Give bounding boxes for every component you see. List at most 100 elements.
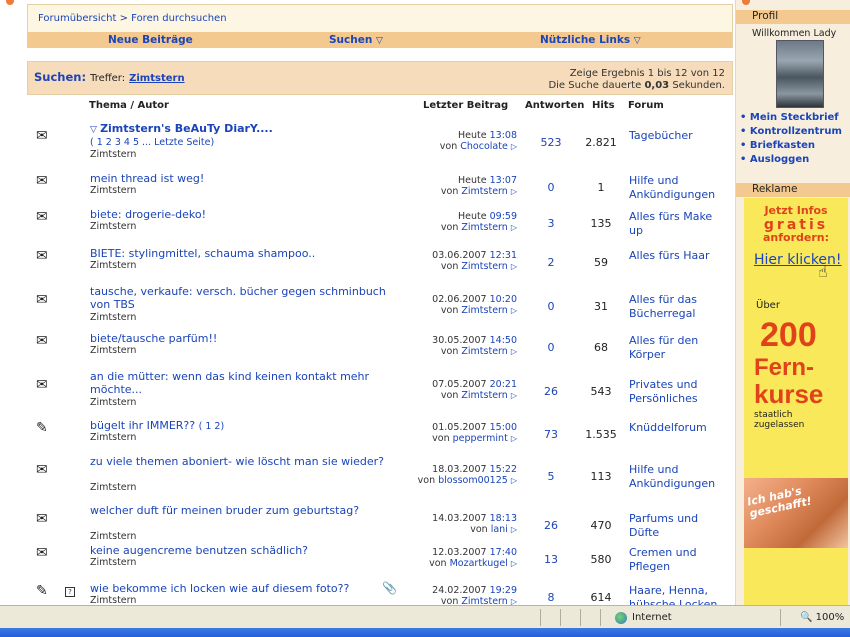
forum-link[interactable]: Hilfe und Ankündigungen <box>629 174 729 201</box>
ad-accredited: staatlich zugelassen <box>754 410 804 430</box>
arrow-right-icon[interactable]: ▷ <box>511 559 517 568</box>
last-post-user-link[interactable]: Mozartkugel <box>450 558 508 569</box>
last-post-user-link[interactable]: blossom00125 <box>438 475 508 486</box>
col-answers[interactable]: Antworten <box>525 100 584 111</box>
last-post-user-link[interactable]: Zimtstern <box>461 390 507 401</box>
forum-link[interactable]: Cremen und Pflegen <box>629 546 729 573</box>
answers-count[interactable]: 73 <box>527 428 575 441</box>
topic-link[interactable]: mein thread ist weg! <box>90 172 390 185</box>
forum-link[interactable]: Haare, Henna, hübsche Locken <box>629 584 729 605</box>
answers-count[interactable]: 0 <box>527 341 575 354</box>
sidebar-link-steckbrief[interactable]: • Mein Steckbrief <box>740 112 839 123</box>
forum-link[interactable]: Alles für das Bücherregal <box>629 293 729 320</box>
breadcrumb-current[interactable]: Foren durchsuchen <box>131 13 226 24</box>
forum-link[interactable]: Privates und Persönliches <box>629 378 729 405</box>
answers-count[interactable]: 0 <box>527 300 575 313</box>
topic-title: BIETE: stylingmittel, schauma shampoo.. <box>90 247 316 260</box>
topic-link[interactable]: welcher duft für meinen bruder zum gebur… <box>90 504 390 517</box>
topic-link[interactable]: BIETE: stylingmittel, schauma shampoo.. <box>90 247 390 260</box>
sidebar-link-briefkasten[interactable]: • Briefkasten <box>740 140 815 151</box>
globe-icon <box>615 612 627 624</box>
answers-count[interactable]: 26 <box>527 519 575 532</box>
nav-search[interactable]: Suchen ▽ <box>329 34 383 46</box>
topic-link[interactable]: tausche, verkaufe: versch. bücher gegen … <box>90 285 390 311</box>
advertisement[interactable]: Jetzt Infos gratis anfordern: Hier klick… <box>744 198 848 605</box>
topic-link[interactable]: keine augencreme benutzen schädlich? <box>90 544 390 557</box>
last-post-user-link[interactable]: lani <box>491 524 508 535</box>
ad-click-link[interactable]: Hier klicken! <box>754 252 842 268</box>
status-separator <box>600 609 601 626</box>
hits-count: 2.821 <box>585 136 617 149</box>
answers-count[interactable]: 13 <box>527 553 575 566</box>
last-post-user-link[interactable]: Zimtstern <box>461 596 507 605</box>
topic-link[interactable]: bügelt ihr IMMER?? ( 1 2) <box>90 419 390 433</box>
last-post: 12.03.2007 17:40 von Mozartkugel ▷ <box>407 547 517 569</box>
last-post-user-link[interactable]: Zimtstern <box>461 186 507 197</box>
arrow-right-icon[interactable]: ▷ <box>511 187 517 196</box>
last-post-author: von Zimtstern ▷ <box>440 596 517 605</box>
answers-count[interactable]: 26 <box>527 385 575 398</box>
answers-count[interactable]: 0 <box>527 181 575 194</box>
topic-link[interactable]: biete/tausche parfüm!! <box>90 332 390 345</box>
ad-line3: anfordern: <box>762 231 829 244</box>
topic-link[interactable]: biete: drogerie-deko! <box>90 208 390 221</box>
sidebar-link-kontrollzentrum[interactable]: • Kontrollzentrum <box>740 126 842 137</box>
answers-count[interactable]: 523 <box>527 136 575 149</box>
last-post-user-link[interactable]: peppermint <box>453 433 508 444</box>
forum-link[interactable]: Hilfe und Ankündigungen <box>629 463 729 490</box>
arrow-right-icon[interactable]: ▷ <box>511 597 517 605</box>
last-post-time: 17:40 <box>489 547 517 558</box>
col-forum[interactable]: Forum <box>628 100 664 111</box>
last-post-user-link[interactable]: Zimtstern <box>461 261 507 272</box>
arrow-right-icon[interactable]: ▷ <box>511 262 517 271</box>
forum-link[interactable]: Alles fürs Haar <box>629 249 729 263</box>
answers-count[interactable]: 2 <box>527 256 575 269</box>
last-post-user-link[interactable]: Chocolate <box>460 141 508 152</box>
breadcrumb-home[interactable]: Forumübersicht <box>38 13 116 24</box>
arrow-right-icon[interactable]: ▷ <box>511 142 517 151</box>
nav-new-posts[interactable]: Neue Beiträge <box>108 34 193 46</box>
forum-link[interactable]: Alles fürs Make up <box>629 210 729 237</box>
last-post-user-link[interactable]: Zimtstern <box>461 305 507 316</box>
arrow-right-icon[interactable]: ▷ <box>511 306 517 315</box>
page-links[interactable]: ( 1 2) <box>199 421 225 432</box>
arrow-right-icon[interactable]: ▷ <box>511 223 517 232</box>
arrow-right-icon[interactable]: ▷ <box>511 391 517 400</box>
sidebar-link-ausloggen[interactable]: • Ausloggen <box>740 154 809 165</box>
avatar[interactable] <box>776 40 824 108</box>
last-post-day: Heute <box>457 130 487 141</box>
forum-link[interactable]: Parfums und Düfte <box>629 512 729 539</box>
zoom-level[interactable]: 🔍 100% <box>800 612 844 623</box>
sidebar-link-label: Ausloggen <box>749 154 810 165</box>
topic-link[interactable]: an die mütter: wenn das kind keinen kont… <box>90 370 390 396</box>
topic-title: tausche, verkaufe: versch. bücher gegen … <box>90 285 386 311</box>
last-post-date: 03.06.2007 12:31 <box>407 250 517 261</box>
topic-link[interactable]: wie bekomme ich locken wie auf diesem fo… <box>90 582 390 595</box>
paperclip-icon: 📎 <box>382 581 397 595</box>
col-last-post[interactable]: Letzter Beitrag <box>423 100 508 111</box>
search-header: Suchen: Treffer: Zimtstern Zeige Ergebni… <box>27 61 733 95</box>
last-post: 03.06.2007 12:31 von Zimtstern ▷ <box>407 250 517 272</box>
nav-useful-links[interactable]: Nützliche Links ▽ <box>540 34 641 46</box>
answers-count[interactable]: 3 <box>527 217 575 230</box>
last-post-user-link[interactable]: Zimtstern <box>461 346 507 357</box>
search-user-link[interactable]: Zimtstern <box>129 73 184 84</box>
col-topic[interactable]: Thema / Autor <box>89 100 169 111</box>
sidebar: Profil Willkommen Lady • Mein Steckbrief… <box>735 0 850 605</box>
arrow-right-icon[interactable]: ▷ <box>511 434 517 443</box>
arrow-right-icon[interactable]: ▷ <box>511 347 517 356</box>
page-links[interactable]: ( 1 2 3 4 5 ... Letzte Seite) <box>90 137 214 148</box>
arrow-right-icon[interactable]: ▷ <box>511 525 517 534</box>
envelope-open-icon: ✉ <box>36 511 48 527</box>
answers-count[interactable]: 8 <box>527 591 575 604</box>
forum-link[interactable]: Alles für den Körper <box>629 334 729 361</box>
arrow-right-icon[interactable]: ▷ <box>511 476 517 485</box>
answers-count[interactable]: 5 <box>527 470 575 483</box>
last-post-user-link[interactable]: Zimtstern <box>461 222 507 233</box>
forum-link[interactable]: Knüddelforum <box>629 421 729 435</box>
topic-link[interactable]: zu viele themen aboniert- wie löscht man… <box>90 455 390 468</box>
topic-author: Zimtstern <box>90 531 137 542</box>
forum-link[interactable]: Tagebücher <box>629 129 729 143</box>
col-hits[interactable]: Hits <box>592 100 615 111</box>
topic-link[interactable]: ▽ Zimtstern's BeAuTy DiarY.... <box>90 122 390 137</box>
